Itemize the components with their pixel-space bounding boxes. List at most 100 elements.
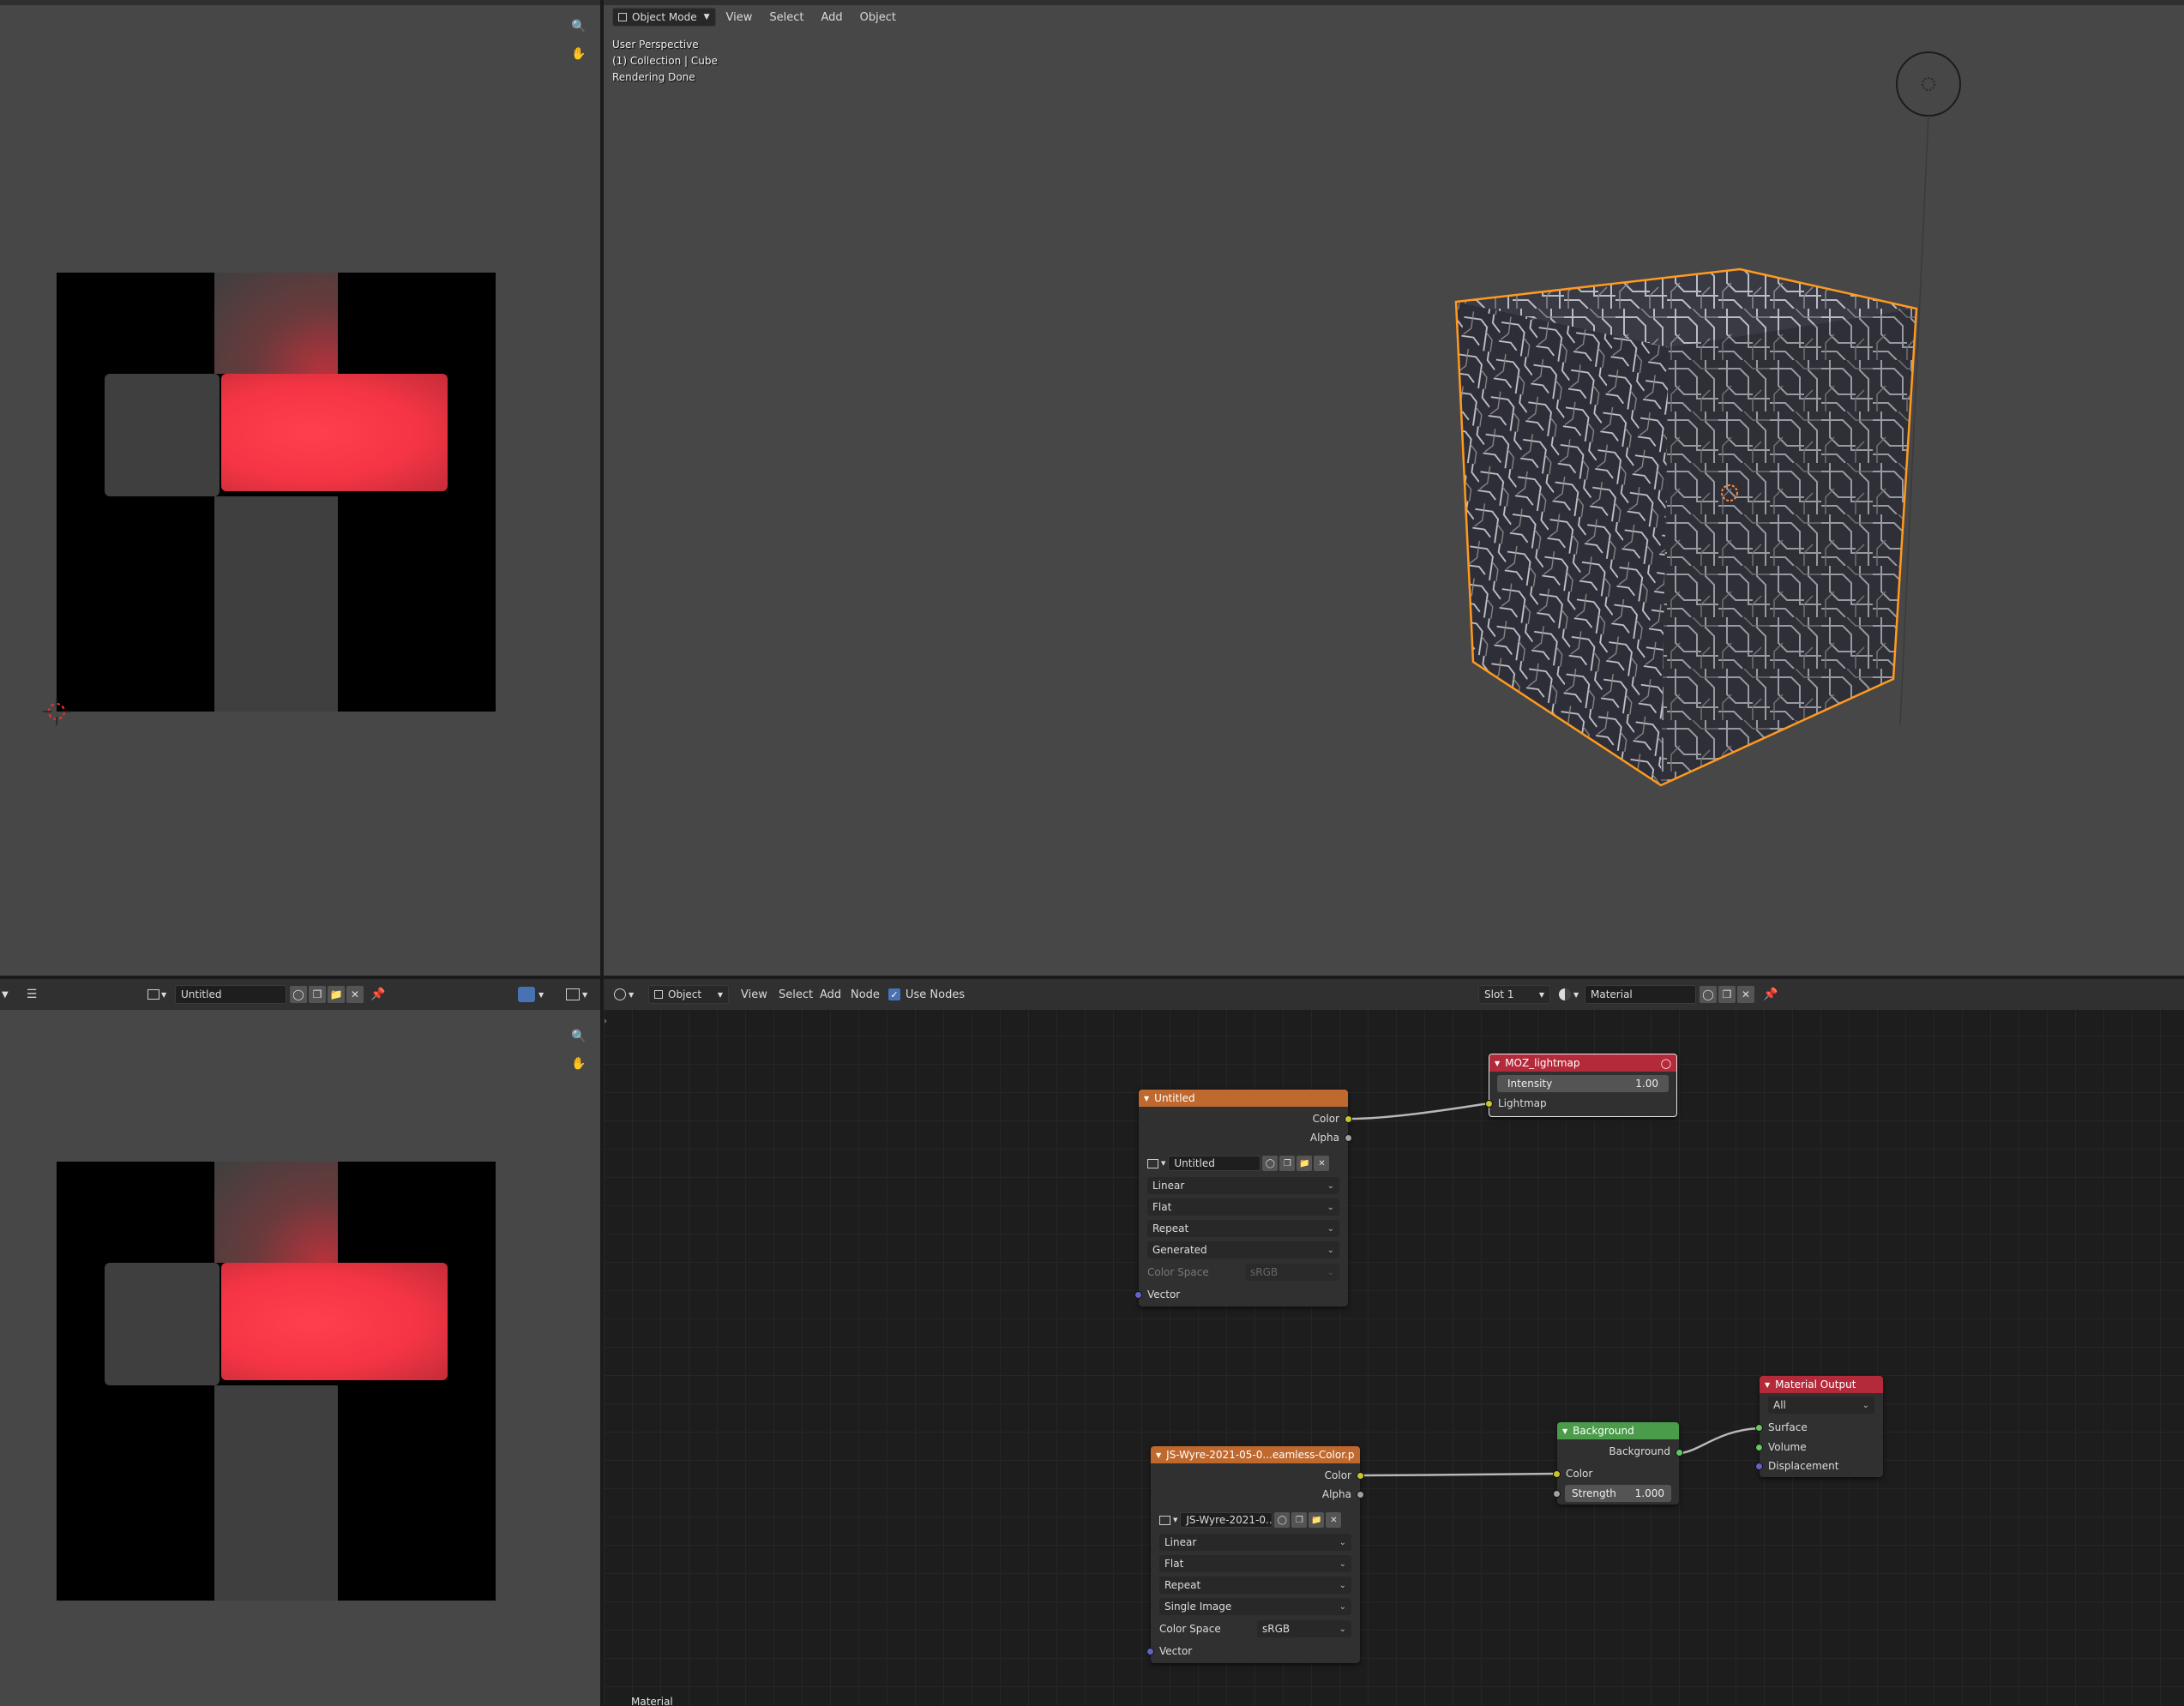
node-material-output[interactable]: ▼ Material Output All ⌄ Surface Volume Di… (1755, 1376, 1883, 1477)
zoom-icon[interactable]: 🔍 (569, 1027, 588, 1046)
output-color-socket[interactable] (1357, 1472, 1364, 1480)
fake-user-icon[interactable]: ◯ (290, 986, 307, 1003)
target-value: All (1773, 1399, 1786, 1411)
strength-field[interactable]: Strength 1.000 (1565, 1485, 1671, 1502)
projection-dropdown[interactable]: Flat ⌄ (1159, 1555, 1351, 1572)
duplicate-icon[interactable]: ❐ (309, 986, 326, 1003)
color-space-dropdown[interactable]: sRGB ⌄ (1257, 1620, 1351, 1637)
node-header[interactable]: ▼ Background (1557, 1422, 1679, 1439)
node-header[interactable]: ▼ MOZ_lightmap ◯ (1489, 1054, 1676, 1072)
color-space-label: Color Space (1147, 1266, 1209, 1278)
extension-dropdown[interactable]: Repeat ⌄ (1147, 1220, 1339, 1237)
uv-island-vertical-top (214, 273, 338, 374)
light-bulb-icon[interactable]: ◯ (1661, 1058, 1671, 1069)
image-name-field[interactable]: JS-Wyre-2021-0... (1180, 1512, 1273, 1528)
uv-image-canvas-bottom[interactable] (57, 1162, 496, 1601)
image-icon[interactable] (1159, 1515, 1170, 1525)
input-color-socket[interactable] (1553, 1470, 1561, 1478)
input-vector-socket[interactable] (1134, 1291, 1142, 1299)
intensity-field[interactable]: Intensity 1.00 (1497, 1075, 1669, 1092)
node-background[interactable]: ▼ Background Background Color Strength 1… (1553, 1422, 1683, 1505)
node-image-texture-untitled[interactable]: ▼ Untitled Color Alpha ▼ Untitled ◯ ❐ 📁 … (1134, 1090, 1352, 1307)
collapse-icon[interactable]: ▼ (1765, 1381, 1770, 1389)
input-displacement-socket[interactable] (1755, 1463, 1763, 1470)
menu-select[interactable]: Select (762, 7, 810, 27)
strength-label: Strength (1572, 1487, 1616, 1499)
menu-icon[interactable]: ☰ (22, 985, 41, 1004)
interpolation-value: Linear (1152, 1180, 1185, 1192)
chevron-down-icon: ⌄ (1327, 1202, 1334, 1212)
collapse-icon[interactable]: ▼ (1495, 1060, 1500, 1067)
output-alpha-label: Alpha (1309, 1132, 1339, 1144)
node-editor[interactable]: ▼ Object ▼ View Select Add Node ✓ Use No… (604, 979, 2184, 1706)
input-surface-socket[interactable] (1755, 1424, 1763, 1432)
node-title: MOZ_lightmap (1505, 1057, 1580, 1069)
output-alpha-socket[interactable] (1357, 1491, 1364, 1499)
hand-icon[interactable]: ✋ (569, 45, 588, 63)
extension-dropdown[interactable]: Repeat ⌄ (1159, 1577, 1351, 1594)
collapse-icon[interactable]: ▼ (1156, 1451, 1161, 1459)
close-icon[interactable]: ✕ (1326, 1512, 1342, 1528)
intensity-value: 1.00 (1635, 1078, 1658, 1090)
interpolation-dropdown[interactable]: Linear ⌄ (1147, 1177, 1339, 1194)
image-selector: ▼ JS-Wyre-2021-0... ◯ ❐ 📁 ✕ (1159, 1512, 1342, 1528)
input-vector-socket[interactable] (1146, 1648, 1154, 1655)
uv-image-canvas[interactable] (57, 273, 496, 712)
cube-object[interactable] (1358, 257, 1941, 806)
uv-island-vertical-top (214, 1162, 338, 1263)
extension-value: Repeat (1164, 1579, 1201, 1591)
duplicate-icon[interactable]: ❐ (1291, 1512, 1308, 1528)
node-title: JS-Wyre-2021-05-0...eamless-Color.png (1166, 1449, 1355, 1461)
output-alpha-socket[interactable] (1345, 1134, 1352, 1142)
uv-top-header-strip (0, 0, 600, 5)
menu-add[interactable]: Add (814, 7, 849, 27)
interpolation-dropdown[interactable]: Linear ⌄ (1159, 1534, 1351, 1551)
close-icon[interactable]: ✕ (1314, 1156, 1330, 1171)
output-background-socket[interactable] (1676, 1449, 1683, 1457)
fake-user-icon[interactable]: ◯ (1274, 1512, 1291, 1528)
node-title: Background (1573, 1425, 1634, 1437)
duplicate-icon[interactable]: ❐ (1279, 1156, 1296, 1171)
viewport-3d[interactable]: Object Mode ▼ View Select Add Object Use… (604, 0, 2184, 976)
node-image-texture-wyre[interactable]: ▼ JS-Wyre-2021-05-0...eamless-Color.png … (1146, 1446, 1364, 1663)
hand-icon[interactable]: ✋ (569, 1054, 588, 1073)
image-browse-button[interactable]: ▼ (147, 989, 166, 1000)
uv-editor-bottom[interactable]: ▼ ☰ ▼ Untitled ◯ ❐ 📁 ✕ 📌 ▼ ▼ 🔍 ✋ (0, 979, 600, 1706)
folder-icon[interactable]: 📁 (328, 986, 345, 1003)
folder-icon[interactable]: 📁 (1309, 1512, 1325, 1528)
close-icon[interactable]: ✕ (346, 986, 364, 1003)
uv-editor-top[interactable]: 🔍 ✋ (0, 0, 600, 976)
source-dropdown[interactable]: Single Image ⌄ (1159, 1598, 1351, 1615)
node-header[interactable]: ▼ JS-Wyre-2021-05-0...eamless-Color.png (1151, 1446, 1360, 1463)
fake-user-icon[interactable]: ◯ (1262, 1156, 1279, 1171)
overlay-toggle-button[interactable]: ▼ (518, 987, 544, 1002)
image-name-field[interactable]: Untitled (1168, 1156, 1261, 1171)
menu-object[interactable]: Object (853, 7, 903, 27)
node-moz-lightmap[interactable]: ▼ MOZ_lightmap ◯ Intensity 1.00 Lightmap (1485, 1054, 1677, 1117)
node-header[interactable]: ▼ Material Output (1760, 1376, 1883, 1393)
folder-icon[interactable]: 📁 (1297, 1156, 1313, 1171)
source-dropdown[interactable]: Generated ⌄ (1147, 1241, 1339, 1258)
input-volume-socket[interactable] (1755, 1444, 1763, 1451)
chevron-down-icon: ⌄ (1339, 1624, 1346, 1634)
image-icon[interactable] (1147, 1158, 1158, 1168)
image-name-field[interactable]: Untitled (175, 985, 286, 1004)
uv-island-left (105, 374, 220, 496)
projection-dropdown[interactable]: Flat ⌄ (1147, 1198, 1339, 1216)
color-space-value: sRGB (1250, 1266, 1279, 1278)
menu-view[interactable]: View (719, 7, 760, 27)
collapse-icon[interactable]: ▼ (1562, 1427, 1567, 1435)
viewport-info-overlay: User Perspective (1) Collection | Cube R… (612, 37, 718, 86)
display-mode-button[interactable]: ▼ (566, 988, 587, 1000)
pin-icon[interactable]: 📌 (369, 985, 388, 1004)
input-strength-socket[interactable] (1553, 1490, 1561, 1498)
input-lightmap-socket[interactable] (1485, 1100, 1493, 1108)
color-space-value: sRGB (1262, 1623, 1291, 1635)
chevron-down-icon[interactable]: ▼ (2, 990, 9, 1000)
zoom-icon[interactable]: 🔍 (569, 17, 588, 36)
node-header[interactable]: ▼ Untitled (1139, 1090, 1348, 1107)
output-color-socket[interactable] (1345, 1115, 1352, 1123)
collapse-icon[interactable]: ▼ (1144, 1095, 1149, 1102)
target-dropdown[interactable]: All ⌄ (1768, 1397, 1874, 1414)
object-mode-dropdown[interactable]: Object Mode ▼ (612, 8, 716, 27)
